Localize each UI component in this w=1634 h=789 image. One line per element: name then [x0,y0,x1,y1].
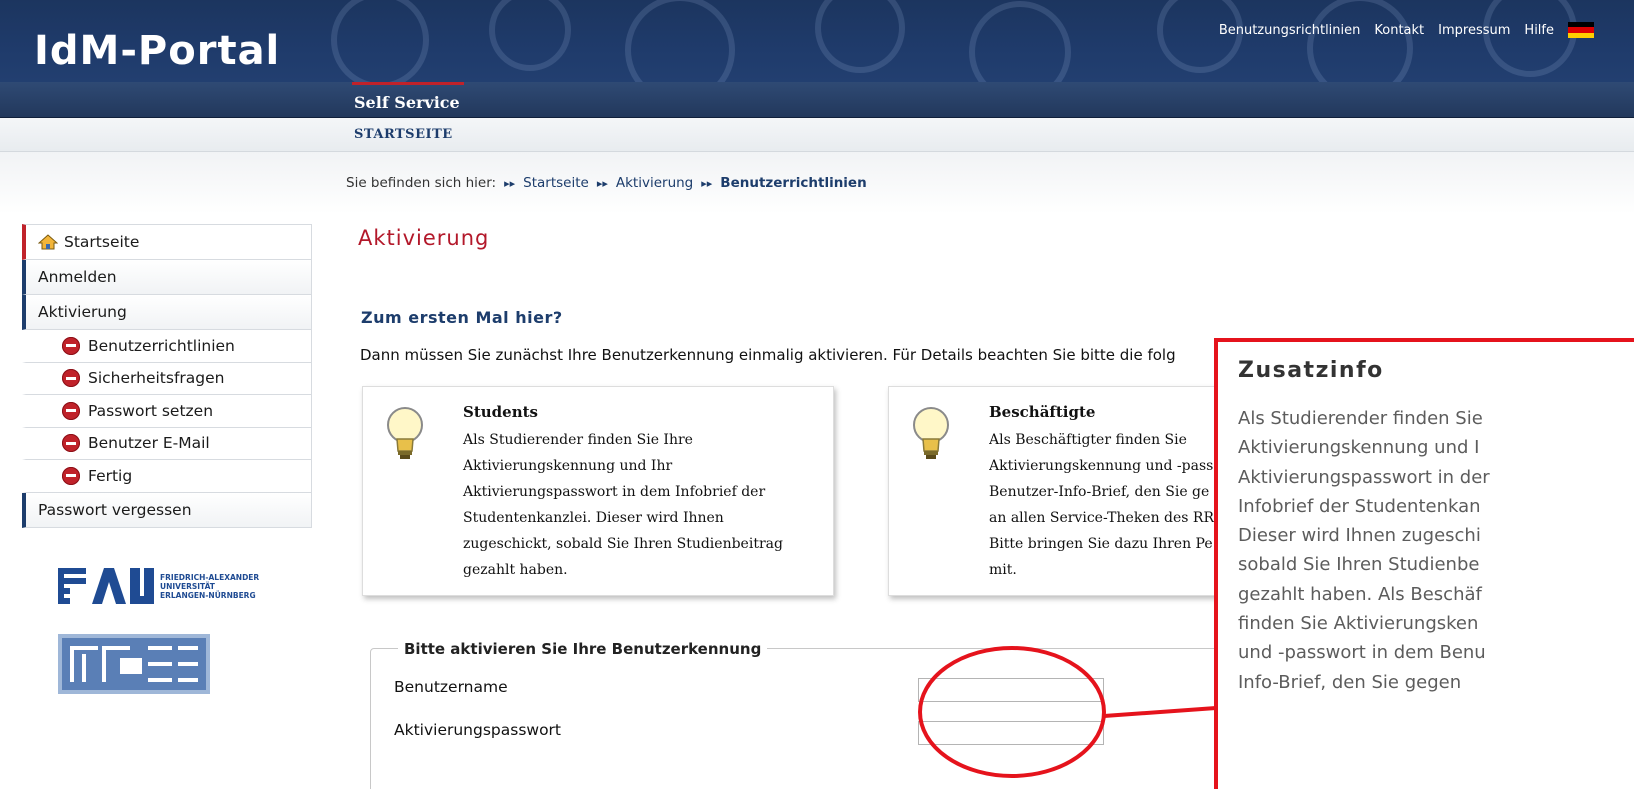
card-line: Aktivierungspasswort in dem Infobrief de… [463,484,766,500]
callout-line: Infobrief der Studentenkan [1238,495,1481,517]
breadcrumb-startseite[interactable]: Startseite [523,175,589,191]
sidebar: Startseite Anmelden Aktivierung Benutzer… [22,224,312,528]
sidebar-item-passwort-vergessen[interactable]: Passwort vergessen [22,492,312,528]
sidebar-step-benutzer-email[interactable]: Benutzer E-Mail [22,427,312,460]
no-entry-icon [62,369,80,388]
fau-logo[interactable]: FRIEDRICH-ALEXANDER UNIVERSITÄT ERLANGEN… [58,566,268,610]
sidebar-step-label: Passwort setzen [88,401,214,420]
header-bar: IdM-Portal Benutzungsrichtlinien Kontakt… [0,0,1634,82]
card-line: Aktivierungskennung und Ihr [463,458,673,474]
no-entry-icon [62,466,80,485]
page-title: Aktivierung [358,226,490,250]
info-card-beschaeftigte: Beschäftigte Als Beschäftigter finden Si… [888,386,1248,596]
callout-line: Aktivierungspasswort in der [1238,466,1490,488]
sidebar-item-label: Anmelden [38,268,117,286]
main-nav [0,82,1634,118]
tab-label: Self Service [354,93,460,112]
callout-text: Als Studierender finden Sie Aktivierungs… [1238,404,1634,697]
sidebar-step-benutzerrichtlinien[interactable]: Benutzerrichtlinien [22,330,312,363]
svg-text:ERLANGEN-NÜRNBERG: ERLANGEN-NÜRNBERG [160,591,256,600]
sidebar-item-label: Startseite [64,233,140,251]
sidebar-step-label: Fertig [88,466,133,485]
double-chevron-icon: ▸▸ [596,176,608,190]
link-benutzungsrichtlinien[interactable]: Benutzungsrichtlinien [1219,23,1361,38]
sidebar-item-anmelden[interactable]: Anmelden [22,260,312,295]
link-hilfe[interactable]: Hilfe [1524,23,1554,38]
callout-line: gezahlt haben. Als Beschäf [1238,583,1482,605]
section-heading: Zum ersten Mal hier? [361,308,563,327]
breadcrumb-prefix: Sie befinden sich hier: [346,175,497,191]
breadcrumb: Sie befinden sich hier: ▸▸ Startseite ▸▸… [346,175,867,191]
callout-line: sobald Sie Ihren Studienbe [1238,554,1480,576]
double-chevron-icon: ▸▸ [701,176,713,190]
card-line: Aktivierungskennung und -pass [989,458,1214,474]
rrze-logo[interactable] [58,634,210,694]
no-entry-icon [62,434,80,453]
callout-title: Zusatzinfo [1238,358,1384,383]
zusatzinfo-callout: Zusatzinfo Als Studierender finden Sie A… [1214,338,1634,789]
card-title: Beschäftigte [989,403,1096,421]
card-line: an allen Service-Theken des RR [989,510,1215,526]
sidebar-step-label: Sicherheitsfragen [88,369,225,388]
breadcrumb-current: Benutzerrichtlinien [720,175,867,191]
activation-form [370,648,1270,789]
card-line: Studentenkanzlei. Dieser wird Ihnen [463,510,724,526]
form-legend: Bitte aktivieren Sie Ihre Benutzerkennun… [398,640,768,658]
lightbulb-icon [913,407,949,459]
subnav-startseite[interactable]: STARTSEITE [354,127,453,142]
callout-line: Aktivierungskennung und I [1238,437,1480,459]
card-line: Als Beschäftigter finden Sie [989,432,1187,448]
activation-password-label: Aktivierungspasswort [394,721,562,739]
callout-line: und -passwort in dem Benu [1238,642,1486,664]
intro-text: Dann müssen Sie zunächst Ihre Benutzerke… [360,346,1176,364]
card-line: Bitte bringen Sie dazu Ihren Pe [989,536,1213,552]
activation-password-input[interactable] [918,721,1104,745]
card-line: gezahlt haben. [463,562,568,578]
callout-line: Info-Brief, den Sie gegen [1238,671,1462,693]
double-chevron-icon: ▸▸ [504,176,516,190]
sidebar-step-passwort-setzen[interactable]: Passwort setzen [22,395,312,428]
top-links: Benutzungsrichtlinien Kontakt Impressum … [1219,22,1594,38]
callout-line: Als Studierender finden Sie [1238,408,1483,429]
sidebar-step-label: Benutzerrichtlinien [88,336,235,355]
sidebar-item-label: Passwort vergessen [38,500,192,519]
info-card-students: Students Als Studierender finden Sie Ihr… [362,386,834,596]
link-kontakt[interactable]: Kontakt [1374,23,1424,38]
lightbulb-icon [387,407,423,459]
card-text: Als Studierender finden Sie Ihre Aktivie… [463,427,823,583]
home-icon [38,234,58,250]
breadcrumb-aktivierung[interactable]: Aktivierung [616,175,693,191]
callout-line: finden Sie Aktivierungsken [1238,613,1479,635]
sidebar-item-label: Aktivierung [38,303,127,321]
site-logo[interactable]: IdM-Portal [34,28,280,74]
card-text: Als Beschäftigter finden Sie Aktivierung… [989,427,1229,583]
german-flag-icon[interactable] [1568,22,1594,38]
svg-text:FRIEDRICH-ALEXANDER: FRIEDRICH-ALEXANDER [160,573,259,582]
sub-nav: STARTSEITE [0,118,1634,152]
no-entry-icon [62,401,80,420]
callout-line: Dieser wird Ihnen zugeschi [1238,525,1481,547]
card-line: Benutzer-Info-Brief, den Sie ge [989,484,1210,500]
card-line: Als Studierender finden Sie Ihre [463,432,693,448]
username-input[interactable] [918,678,1104,702]
link-impressum[interactable]: Impressum [1438,23,1510,38]
card-line: mit. [989,562,1017,578]
username-label: Benutzername [394,678,508,696]
no-entry-icon [62,336,80,355]
sidebar-step-label: Benutzer E-Mail [88,434,210,453]
svg-text:UNIVERSITÄT: UNIVERSITÄT [160,582,216,591]
sidebar-item-startseite[interactable]: Startseite [22,224,312,260]
card-line: zugeschickt, sobald Sie Ihren Studienbei… [463,536,783,552]
page: IdM-Portal Benutzungsrichtlinien Kontakt… [0,0,1634,789]
sidebar-item-aktivierung[interactable]: Aktivierung [22,295,312,330]
tab-self-service[interactable]: Self Service [352,82,464,118]
gears-decoration [331,0,1577,82]
sidebar-step-sicherheitsfragen[interactable]: Sicherheitsfragen [22,362,312,395]
card-title: Students [463,403,538,421]
sidebar-step-fertig[interactable]: Fertig [22,460,312,493]
